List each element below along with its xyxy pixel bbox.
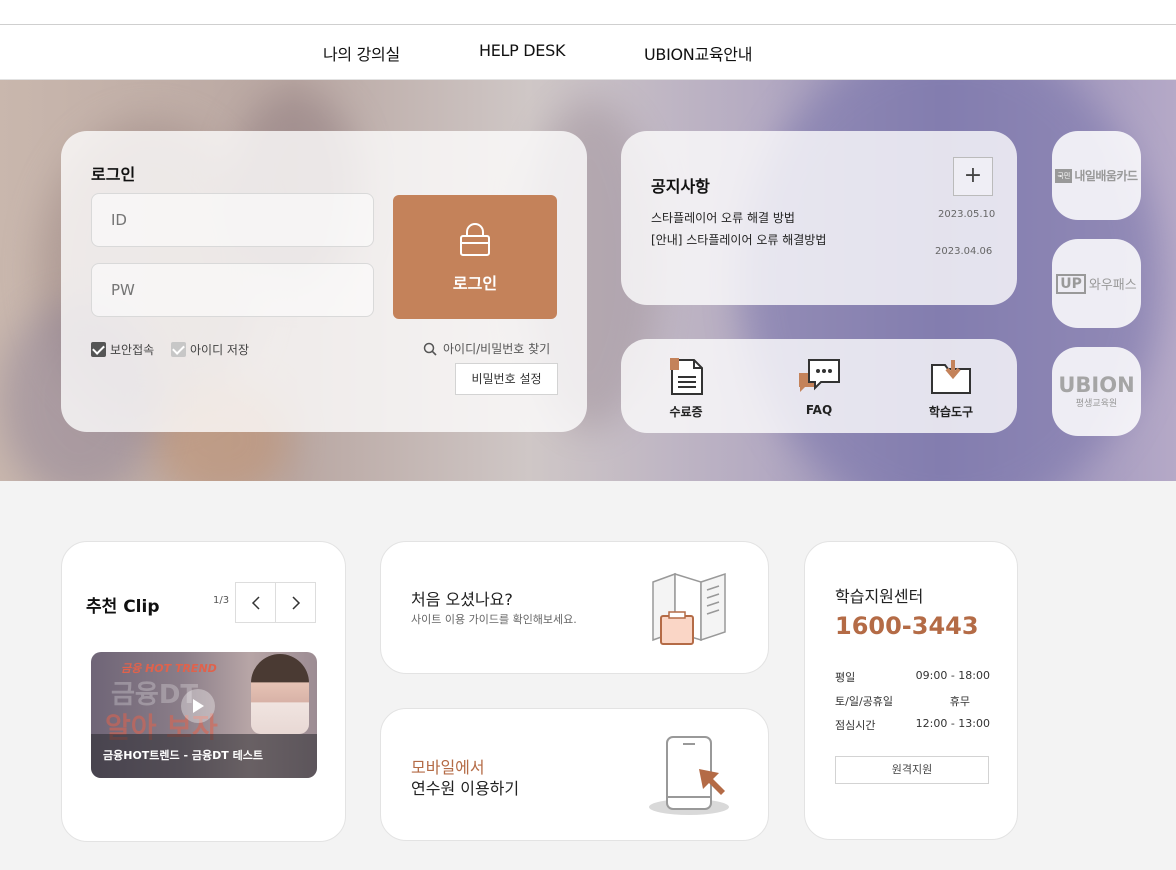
hours-value: 09:00 - 18:00 xyxy=(915,669,990,682)
notice-title: 공지사항 xyxy=(651,177,710,196)
login-button[interactable]: 로그인 xyxy=(393,195,557,319)
clip-pager: 1/3 xyxy=(213,595,230,606)
play-icon xyxy=(181,689,215,723)
quick-link-label: 학습도구 xyxy=(928,405,974,419)
ubion-lifelong-education-link[interactable]: UBION 평생교육원 xyxy=(1052,347,1141,436)
quick-link-label: 수료증 xyxy=(669,405,703,419)
wowpass-link[interactable]: UP 와우패스 xyxy=(1052,239,1141,328)
notice-item-title[interactable]: 스타플레이어 오류 해결 방법 xyxy=(651,209,795,226)
quick-link-certificate[interactable]: 수료증 xyxy=(641,357,731,420)
hours-label: 점심시간 xyxy=(835,719,876,732)
clip-caption: 금융HOT트렌드 - 금융DT 테스트 xyxy=(103,749,263,762)
nav-help-desk[interactable]: HELP DESK xyxy=(479,41,565,60)
password-setting-button[interactable]: 비밀번호 설정 xyxy=(455,363,558,395)
clip-video-thumbnail[interactable]: 금융 HOT TREND 금융DT 알아 보자 금융HOT트렌드 - 금융DT … xyxy=(91,652,317,778)
hero-banner: 로그인 로그인 보안접속 아이디 저장 아이디/비밀번호 찾기 비밀번 xyxy=(0,80,1176,481)
mobile-usage-card[interactable]: 모바일에서 연수원 이용하기 xyxy=(380,708,769,841)
naeil-badge: 국민 xyxy=(1055,168,1073,183)
first-visit-subtitle: 사이트 이용 가이드를 확인해보세요. xyxy=(411,613,577,626)
checkbox-checked-icon xyxy=(91,342,106,357)
hours-row: 평일 09:00 - 18:00 xyxy=(835,669,990,685)
clip-prev-button[interactable] xyxy=(235,582,276,623)
notice-panel: 공지사항 + 스타플레이어 오류 해결 방법 2023.05.10 [안내] 스… xyxy=(621,131,1017,305)
smartphone-touch-icon xyxy=(649,736,729,815)
notice-item-title[interactable]: [안내] 스타플레이어 오류 해결방법 xyxy=(651,231,826,248)
main-navigation: 나의 강의실 HELP DESK UBION교육안내 xyxy=(0,25,1176,80)
hours-label: 토/일/공휴일 xyxy=(835,695,894,708)
wowpass-mark: UP xyxy=(1056,273,1086,294)
search-icon xyxy=(423,342,437,356)
chevron-right-icon xyxy=(291,595,300,610)
quick-link-faq[interactable]: FAQ xyxy=(774,357,864,417)
checkbox-unchecked-icon xyxy=(171,342,186,357)
certificate-icon xyxy=(670,358,703,395)
first-visit-guide-card[interactable]: 처음 오셨나요? 사이트 이용 가이드를 확인해보세요. xyxy=(380,541,769,674)
clip-title: 추천 Clip xyxy=(86,597,160,617)
notice-item-date: 2023.04.06 xyxy=(935,246,993,257)
quick-link-learning-tools[interactable]: 학습도구 xyxy=(906,357,996,420)
top-utility-bar xyxy=(0,0,1176,25)
hours-value: 12:00 - 13:00 xyxy=(915,717,990,730)
login-button-label: 로그인 xyxy=(452,274,498,293)
chevron-left-icon xyxy=(251,595,260,610)
save-id-checkbox[interactable]: 아이디 저장 xyxy=(171,341,249,358)
support-title: 학습지원센터 xyxy=(835,587,924,606)
lock-icon xyxy=(460,223,490,256)
support-phone: 1600-3443 xyxy=(835,612,979,640)
save-id-label: 아이디 저장 xyxy=(190,343,250,357)
find-label: 아이디/비밀번호 찾기 xyxy=(443,342,551,356)
learning-support-center: 학습지원센터 1600-3443 평일 09:00 - 18:00 토/일/공휴… xyxy=(804,541,1018,840)
find-id-password-link[interactable]: 아이디/비밀번호 찾기 xyxy=(423,340,550,357)
naeil-card-link[interactable]: 국민 내일배움카드 xyxy=(1052,131,1141,220)
recommended-clip-panel: 추천 Clip 1/3 금융 HOT TREND 금융DT 알아 보자 금융HO… xyxy=(61,541,346,842)
secure-login-label: 보안접속 xyxy=(110,343,155,357)
password-input[interactable] xyxy=(91,263,374,317)
chat-bubble-icon xyxy=(799,359,840,392)
presenter-image xyxy=(251,654,309,734)
id-input[interactable] xyxy=(91,193,374,247)
ubion-logo-subtitle: 평생교육원 xyxy=(1075,399,1118,409)
hours-row: 토/일/공휴일 휴무 xyxy=(835,693,990,709)
hours-row: 점심시간 12:00 - 13:00 xyxy=(835,717,990,733)
guide-book-icon xyxy=(652,572,726,645)
quick-links-panel: 수료증 FAQ 학습도구 xyxy=(621,339,1017,433)
clip-next-button[interactable] xyxy=(275,582,316,623)
remote-support-button[interactable]: 원격지원 xyxy=(835,756,989,784)
mobile-title: 연수원 이용하기 xyxy=(411,779,520,798)
quick-link-label: FAQ xyxy=(805,403,833,417)
login-title: 로그인 xyxy=(91,165,136,184)
notice-item-date: 2023.05.10 xyxy=(938,209,996,220)
login-panel: 로그인 로그인 보안접속 아이디 저장 아이디/비밀번호 찾기 비밀번 xyxy=(61,131,587,432)
nav-ubion-education-info[interactable]: UBION교육안내 xyxy=(644,41,752,65)
hours-label: 평일 xyxy=(835,671,856,684)
wowpass-logo: 와우패스 xyxy=(1088,278,1137,293)
secure-login-checkbox[interactable]: 보안접속 xyxy=(91,341,154,358)
folder-download-icon xyxy=(931,360,971,394)
notice-more-button[interactable]: + xyxy=(953,157,993,196)
plus-icon: + xyxy=(963,163,983,188)
ubion-logo: UBION xyxy=(1058,373,1135,397)
hours-value: 휴무 xyxy=(949,695,970,708)
nav-my-classroom[interactable]: 나의 강의실 xyxy=(323,41,400,65)
first-visit-title: 처음 오셨나요? xyxy=(411,590,513,609)
naeil-card-logo: 내일배움카드 xyxy=(1074,169,1138,183)
